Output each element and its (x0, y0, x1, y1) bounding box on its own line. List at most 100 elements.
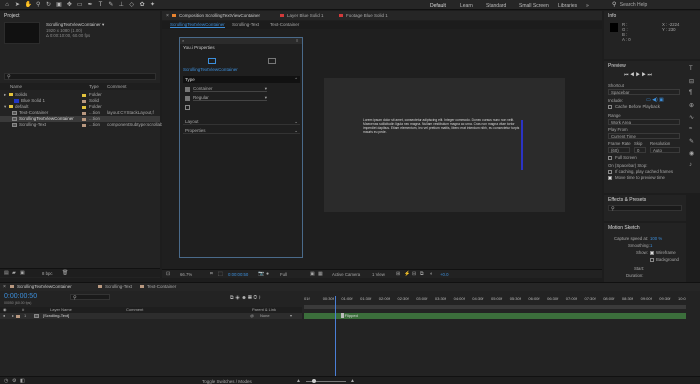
chevron-up-icon[interactable]: ⌃ (294, 76, 298, 83)
info-title[interactable]: Info (608, 13, 616, 19)
snapshot-icon[interactable]: 📷 (258, 271, 264, 277)
first-frame-icon[interactable]: ⏮ (624, 72, 629, 78)
workspace-standard[interactable]: Standard (486, 3, 506, 9)
close-icon[interactable]: × (166, 13, 169, 19)
next-frame-icon[interactable]: ▶ (642, 72, 646, 78)
background-checkbox[interactable] (650, 258, 654, 262)
paragraph-tool-icon[interactable]: ¶ (689, 90, 692, 96)
workspace-default[interactable]: Default (430, 3, 446, 9)
column-comment[interactable]: Comment (107, 83, 127, 90)
subtab-text-container[interactable]: Text-Container (270, 22, 299, 27)
brush-tool-icon[interactable]: ✎ (108, 2, 114, 8)
play-from-dropdown[interactable]: Current Time (608, 133, 680, 139)
flowchart-icon[interactable]: ⧉ (420, 271, 424, 277)
close-icon[interactable]: × (3, 284, 6, 290)
layer-marker[interactable]: Flipped (340, 313, 358, 319)
home-icon[interactable]: ⌂ (4, 2, 10, 8)
audio-toggle-icon[interactable]: ◀) (652, 97, 658, 103)
resolution-dropdown[interactable]: Auto (650, 147, 680, 153)
type-checkbox[interactable] (185, 105, 190, 110)
move-time-checkbox[interactable] (608, 176, 612, 180)
pan-tool-icon[interactable]: ✥ (66, 2, 72, 8)
last-frame-icon[interactable]: ⏭ (647, 72, 652, 78)
new-folder-icon[interactable]: ▰ (12, 270, 16, 276)
zoom-dropdown[interactable]: 66.7% (180, 272, 192, 277)
close-icon[interactable]: × (182, 38, 184, 43)
play-icon[interactable]: ▶ (636, 72, 640, 78)
frame-rate-dropdown[interactable]: (60) (608, 147, 630, 153)
label-color-swatch[interactable] (82, 123, 86, 127)
camera-dropdown[interactable]: Active Camera (332, 272, 360, 277)
pickwhip-icon[interactable]: @ (250, 313, 254, 319)
work-area-bar[interactable] (304, 305, 686, 309)
type-tool-icon[interactable]: T (98, 2, 104, 8)
pen-tool-icon[interactable]: ✒ (87, 2, 93, 8)
motion-blur-icon[interactable]: ◎ (253, 295, 257, 301)
type-section-header[interactable]: Type ⌃ (183, 76, 300, 83)
range-dropdown[interactable]: Work Area (608, 119, 680, 125)
workspace-libraries[interactable]: Libraries (558, 3, 577, 9)
column-type[interactable]: Type (89, 83, 99, 90)
full-screen-checkbox[interactable] (608, 156, 612, 160)
wireframe-checkbox[interactable] (650, 251, 654, 255)
cache-checkbox[interactable] (608, 105, 612, 109)
align-tool-icon[interactable]: ⊟ (689, 78, 694, 85)
expand-triangle-icon[interactable]: ▸ (12, 313, 14, 319)
subtab-scrolling-container[interactable]: ScrollingTextViewContainer (170, 22, 225, 28)
interpret-footage-icon[interactable]: ▤ (4, 270, 9, 276)
capture-value[interactable]: 100 % (650, 236, 662, 241)
subtype-dropdown[interactable]: Regular ▾ (193, 95, 267, 101)
tab-layer[interactable]: Layer Blue Solid 1 (287, 13, 324, 18)
search-help[interactable]: ⚲ Search Help (612, 2, 698, 8)
new-composition-icon[interactable]: ▣ (20, 270, 25, 276)
label-color-swatch[interactable] (82, 99, 86, 103)
tab-composition[interactable]: Composition ScrollingTextViewContainer (179, 13, 260, 18)
zoom-in-icon[interactable]: ▲ (350, 378, 355, 384)
always-preview-icon[interactable]: ⊡ (166, 271, 170, 277)
stamp-tool-icon[interactable]: ⊥ (118, 2, 124, 8)
grid-icon[interactable]: ⌗ (210, 271, 213, 277)
project-item-scrolling-text[interactable]: Scrolling-Text ...tion componentSubtype:… (0, 122, 163, 128)
wiggler-tool-icon[interactable]: ∿ (689, 114, 694, 121)
tab-footage[interactable]: Footage Blue Solid 1 (346, 13, 388, 18)
layout-section-header[interactable]: Layout ⌄ (183, 118, 300, 125)
frame-blending-icon[interactable]: ▦ (248, 295, 252, 301)
shy-icon[interactable]: ☻ (241, 295, 246, 301)
label-color-swatch[interactable] (82, 111, 86, 115)
if-caching-checkbox[interactable] (608, 170, 612, 174)
preview-title[interactable]: Preview (608, 63, 626, 69)
bit-depth-button[interactable]: 8 bpc (42, 271, 53, 276)
timeline-timecode[interactable]: 0:00:00:50 (4, 293, 37, 300)
region-of-interest-icon[interactable]: ▣ (310, 271, 315, 277)
zoom-slider-handle[interactable] (312, 379, 316, 383)
playhead[interactable] (334, 296, 336, 384)
brushes-tool-icon[interactable]: ✎ (689, 138, 694, 145)
composition-view-icon[interactable] (208, 58, 216, 64)
workspace-small-screen[interactable]: Small Screen (519, 3, 549, 9)
previous-frame-icon[interactable]: ◀ (630, 72, 634, 78)
column-name[interactable]: Name (10, 83, 22, 90)
timeline-search-input[interactable]: ⚲ (70, 294, 110, 301)
character-tool-icon[interactable]: T (689, 66, 693, 72)
properties-section-header[interactable]: Properties ⌄ (183, 127, 300, 134)
smoothing-value[interactable]: 1 (650, 243, 652, 248)
panel-menu-icon[interactable]: ≡ (296, 38, 298, 43)
views-dropdown[interactable]: 1 View (372, 272, 385, 277)
label-color-swatch[interactable] (82, 105, 86, 109)
trash-icon[interactable]: 🗑 (62, 270, 68, 276)
resolution-dropdown[interactable]: Full (280, 272, 287, 277)
mask-tool-icon[interactable]: ▭ (77, 2, 83, 8)
timeline-icon[interactable]: ⊟ (412, 271, 416, 277)
workspace-more-icon[interactable]: » (586, 3, 589, 9)
zoom-out-icon[interactable]: ▲ (296, 378, 301, 384)
fast-preview-icon[interactable]: ⚡ (404, 271, 410, 277)
comp-mini-flowchart-icon[interactable]: ⧉ (230, 295, 234, 301)
timeline-layer-row[interactable]: ● ▸ 1 [Scrolling-Text] @ None ▾ (0, 313, 302, 319)
effects-search-input[interactable]: ⚲ (608, 205, 682, 212)
parent-dropdown[interactable]: None (260, 313, 270, 319)
label-color-swatch[interactable] (82, 93, 86, 97)
timeline-tab-scrolling-container[interactable]: ScrollingTextViewContainer (17, 284, 72, 289)
layer-duration-bar[interactable] (304, 313, 686, 319)
timeline-tab-text-container[interactable]: Text-Container (147, 284, 176, 289)
overlay-toggle-icon[interactable]: ▣ (659, 97, 664, 103)
